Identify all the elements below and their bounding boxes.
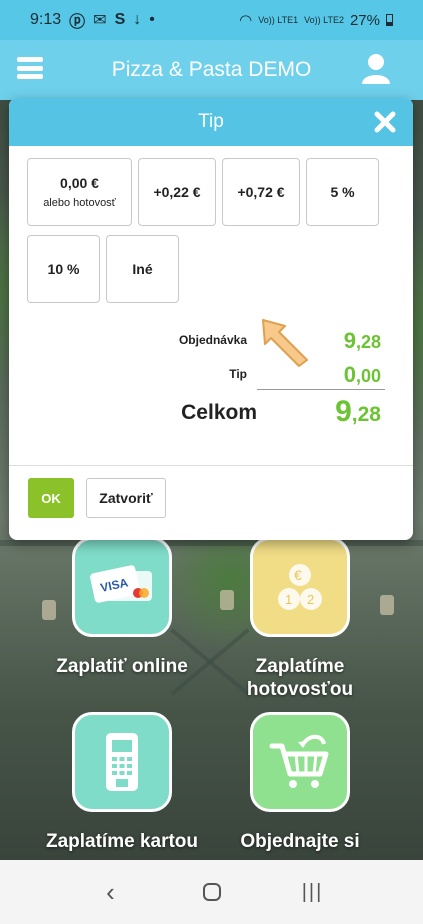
svg-text:1: 1 <box>285 592 292 607</box>
tip-option-022[interactable]: +0,22 € <box>138 158 216 226</box>
wifi-icon: ◠ <box>239 12 253 29</box>
dialog-title: Tip <box>198 111 224 132</box>
system-nav-bar: ‹ ||| <box>0 860 423 924</box>
tip-label: Tip <box>229 367 247 381</box>
grand-total-value: 9,28 <box>335 395 381 428</box>
tip-option-label: 0,00 € <box>60 175 99 191</box>
close-icon[interactable] <box>373 110 397 134</box>
tip-option-10-percent[interactable]: 10 % <box>27 235 100 303</box>
dialog-header: Tip <box>9 98 413 146</box>
dialog-footer-divider <box>9 465 413 466</box>
battery-icon <box>386 14 393 26</box>
tip-option-label: 10 % <box>47 261 80 277</box>
card-terminal-icon <box>106 733 138 791</box>
svg-text:2: 2 <box>307 592 314 607</box>
tip-option-label: +0,22 € <box>153 184 201 200</box>
status-bar: 9:13 ⓟ ✉ S ↓ • ◠ Vo)) LTE1 Vo)) LTE2 27% <box>0 0 423 40</box>
tip-option-zero[interactable]: 0,00 € alebo hotovosť <box>27 158 132 226</box>
tip-option-072[interactable]: +0,72 € <box>222 158 300 226</box>
tip-option-5-percent[interactable]: 5 % <box>306 158 379 226</box>
back-icon[interactable]: ‹ <box>91 872 131 912</box>
lte1-indicator: Vo)) LTE1 <box>258 14 299 25</box>
order-label: Objednajte si <box>240 831 360 852</box>
tip-option-other[interactable]: Iné <box>106 235 179 303</box>
pay-card-button[interactable] <box>72 712 172 812</box>
order-total-value: 9,28 <box>343 328 381 353</box>
sum-divider <box>257 389 385 390</box>
tip-option-label: Iné <box>132 261 153 277</box>
tip-option-label: 5 % <box>330 184 355 200</box>
tip-value: 0,00 <box>343 362 381 387</box>
clock: 9:13 <box>30 11 62 28</box>
ok-button[interactable]: OK <box>28 478 74 518</box>
lte2-indicator: Vo)) LTE2 <box>304 14 344 25</box>
order-total-label: Objednávka <box>178 333 247 347</box>
pay-card-label: Zaplatíme kartou <box>45 831 199 852</box>
pay-online-label: Zaplatiť online <box>56 656 188 677</box>
mail-icon: ✉ <box>93 12 107 29</box>
app-header: Pizza & Pasta DEMO <box>0 40 423 100</box>
order-button[interactable] <box>250 712 350 812</box>
tip-option-sublabel: alebo hotovosť <box>43 197 116 209</box>
pay-cash-button[interactable]: € 1 2 <box>250 537 350 637</box>
coins-icon: € 1 2 <box>278 564 322 610</box>
menu-icon[interactable] <box>17 57 43 79</box>
close-button[interactable]: Zatvoriť <box>86 478 166 518</box>
recent-apps-icon[interactable]: ||| <box>293 872 333 912</box>
pinterest-icon: ⓟ <box>69 14 86 31</box>
tip-option-label: +0,72 € <box>237 184 285 200</box>
pay-online-button[interactable]: VISA <box>72 537 172 637</box>
s-icon: S <box>114 11 126 28</box>
tip-dialog: Tip 0,00 € alebo hotovosť +0,22 € +0,72 … <box>9 98 413 540</box>
user-icon[interactable] <box>360 52 392 84</box>
home-icon[interactable] <box>192 872 232 912</box>
svg-text:€: € <box>294 567 302 583</box>
battery-percent: 27% <box>349 11 380 29</box>
dot-icon: • <box>149 11 155 28</box>
grand-total-label: Celkom <box>181 401 257 424</box>
pay-cash-label: Zaplatíme hotovosťou <box>246 656 354 700</box>
cart-icon <box>269 734 329 788</box>
download-icon: ↓ <box>133 11 142 28</box>
credit-card-icon: VISA <box>90 565 152 603</box>
